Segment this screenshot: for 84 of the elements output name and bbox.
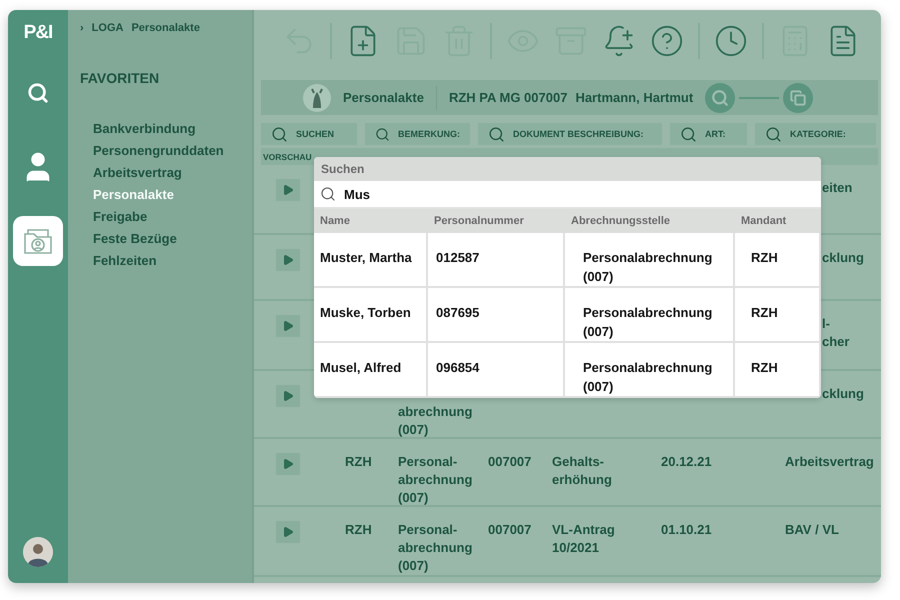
table-cell[interactable]: Personalabrechnung (007) <box>565 288 735 343</box>
copy-icon <box>790 90 806 106</box>
column-header: Personalnummer <box>428 209 565 233</box>
table-cell: VL-Antrag 10/2021 <box>552 521 615 557</box>
search-field[interactable]: Mus <box>344 186 821 202</box>
favorites-heading: FAVORITEN <box>80 70 160 86</box>
table-cell[interactable]: Muster, Martha <box>314 233 428 288</box>
search-button[interactable] <box>705 82 736 112</box>
sidebar-item[interactable]: Bankverbindung <box>93 118 196 140</box>
sidebar-item[interactable]: Personalakte <box>93 184 174 206</box>
table-cell[interactable]: Muske, Torben <box>314 288 428 343</box>
table-cell: Personal- abrechnung (007) <box>398 521 472 575</box>
search-icon <box>375 126 390 142</box>
play-icon <box>282 320 294 332</box>
user-avatar[interactable] <box>23 537 53 567</box>
table-cell-text: eiten <box>821 179 852 197</box>
play-icon <box>282 458 294 470</box>
person-name: Hartmann, Hartmut <box>575 90 694 105</box>
play-icon <box>282 526 294 538</box>
sidebar-item[interactable]: Freigabe <box>93 206 148 228</box>
table-cell[interactable]: Personalabrechnung (007) <box>565 233 735 288</box>
table-cell: RZH <box>345 453 372 471</box>
table-cell: 007007 <box>488 453 532 471</box>
expand-button[interactable] <box>276 521 300 543</box>
copy-button[interactable] <box>783 82 814 112</box>
app-logo: P&I <box>24 22 52 44</box>
table-cell-text: cklung <box>821 385 864 403</box>
table-cell: 20.12.21 <box>661 453 712 471</box>
sidebar-item[interactable]: Feste Bezüge <box>93 228 177 250</box>
filter-field[interactable]: BEMERKUNG: <box>365 123 470 145</box>
column-header: Mandant <box>735 209 821 233</box>
table-cell: 01.10.21 <box>661 521 712 539</box>
column-header: Abrechnungsstelle <box>565 209 735 233</box>
search-icon <box>680 126 697 142</box>
table-cell[interactable]: RZH <box>735 343 821 398</box>
clock-icon[interactable] <box>714 24 748 58</box>
table-cell: 007007 <box>488 521 532 539</box>
expand-button[interactable] <box>276 179 300 201</box>
help-icon[interactable] <box>650 24 684 58</box>
expand-button[interactable] <box>276 453 300 475</box>
table-cell[interactable]: 087695 <box>428 288 565 343</box>
expand-button[interactable] <box>276 385 300 407</box>
table-cell[interactable]: 012587 <box>428 233 565 288</box>
breadcrumb-item[interactable]: LOGA <box>92 22 124 34</box>
search-icon <box>765 126 782 142</box>
filter-field[interactable]: KATEGORIE: <box>755 123 876 145</box>
column-header: VORSCHAU <box>262 152 313 162</box>
sidebar-item[interactable]: Personengrunddaten <box>93 140 224 162</box>
expand-button[interactable] <box>276 249 300 271</box>
module-title: Personalakte <box>343 90 424 105</box>
nav-button[interactable] <box>13 216 63 266</box>
filter-field[interactable]: DOKUMENT BESCHREIBUNG: <box>478 123 662 145</box>
breadcrumb-item[interactable]: Personalakte <box>131 22 200 34</box>
table-cell[interactable]: 096854 <box>428 343 565 398</box>
filter-field[interactable]: SUCHEN <box>261 123 357 145</box>
sidebar-item[interactable]: Arbeitsvertrag <box>93 162 182 184</box>
search-icon <box>488 126 505 142</box>
search-icon <box>27 82 49 104</box>
column-header: Name <box>314 209 428 233</box>
table-cell[interactable]: RZH <box>735 288 821 343</box>
table-cell: Personal- abrechnung (007) <box>398 453 472 507</box>
table-cell[interactable]: Musel, Alfred <box>314 343 428 398</box>
expand-button[interactable] <box>276 315 300 337</box>
table-cell[interactable]: Personalabrechnung (007) <box>565 343 735 398</box>
play-icon <box>282 184 294 196</box>
filter-field[interactable]: ART: <box>670 123 747 145</box>
search-icon <box>711 88 730 106</box>
table-cell-text: abrechnung (007) <box>398 403 472 439</box>
table-cell-text: cklung <box>821 249 864 267</box>
popup-title: Suchen <box>321 162 364 176</box>
table-cell-text: l- cher <box>821 315 850 351</box>
search-icon <box>320 186 336 202</box>
mascot-icon <box>303 84 331 112</box>
table-cell: Arbeitsvertrag <box>785 453 874 471</box>
table-cell: Gehalts- erhöhung <box>552 453 612 489</box>
sidebar-item[interactable]: Fehlzeiten <box>93 250 157 272</box>
table-cell[interactable]: RZH <box>735 233 821 288</box>
play-icon <box>282 254 294 266</box>
play-icon <box>282 390 294 402</box>
table-cell: BAV / VL <box>785 521 839 539</box>
breadcrumb-item[interactable]: › <box>80 22 84 34</box>
table-cell: RZH <box>345 521 372 539</box>
search-icon <box>271 126 288 142</box>
record-id: RZH PA MG 007007 <box>448 90 568 105</box>
